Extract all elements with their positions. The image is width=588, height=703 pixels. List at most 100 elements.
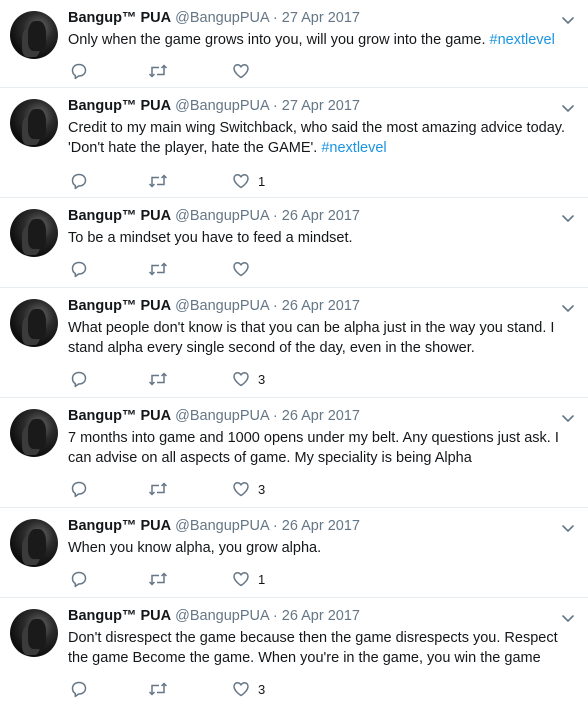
like-count: 3 bbox=[258, 682, 266, 697]
tweet-text: To be a mindset you have to feed a minds… bbox=[68, 228, 566, 248]
tweet[interactable]: Bangup™ PUA @BangupPUA · 26 Apr 2017 To … bbox=[0, 198, 588, 288]
tweet-text-body: Only when the game grows into you, will … bbox=[68, 32, 486, 48]
tweet[interactable]: Bangup™ PUA @BangupPUA · 26 Apr 2017 Don… bbox=[0, 598, 588, 703]
tweet-text-body: When you know alpha, you grow alpha. bbox=[68, 540, 322, 556]
chevron-down-icon[interactable] bbox=[560, 100, 576, 116]
user-handle[interactable]: @BangupPUA bbox=[175, 518, 269, 534]
chevron-down-icon[interactable] bbox=[560, 210, 576, 226]
avatar[interactable] bbox=[10, 99, 58, 147]
retweet-button[interactable] bbox=[148, 570, 168, 588]
tweet[interactable]: Bangup™ PUA @BangupPUA · 27 Apr 2017 Onl… bbox=[0, 0, 588, 88]
reply-button[interactable] bbox=[70, 570, 88, 588]
display-name[interactable]: Bangup™ PUA bbox=[68, 518, 171, 534]
avatar[interactable] bbox=[10, 609, 58, 657]
like-button[interactable]: 1 bbox=[232, 172, 265, 190]
like-button[interactable]: 3 bbox=[232, 680, 265, 698]
avatar[interactable] bbox=[10, 519, 58, 567]
retweet-button[interactable] bbox=[148, 172, 168, 190]
retweet-button[interactable] bbox=[148, 680, 168, 698]
avatar[interactable] bbox=[10, 409, 58, 457]
chevron-down-icon[interactable] bbox=[560, 520, 576, 536]
user-handle[interactable]: @BangupPUA bbox=[175, 98, 269, 114]
tweet-date[interactable]: 26 Apr 2017 bbox=[282, 408, 360, 424]
tweet-text: 7 months into game and 1000 opens under … bbox=[68, 428, 566, 468]
hashtag-link[interactable]: #nextlevel bbox=[490, 32, 555, 48]
avatar[interactable] bbox=[10, 299, 58, 347]
user-handle[interactable]: @BangupPUA bbox=[175, 608, 269, 624]
like-button[interactable]: 1 bbox=[232, 570, 265, 588]
reply-icon bbox=[71, 173, 87, 190]
retweet-button[interactable] bbox=[148, 260, 168, 278]
retweet-icon bbox=[148, 682, 168, 696]
separator: · bbox=[272, 608, 278, 624]
display-name[interactable]: Bangup™ PUA bbox=[68, 10, 171, 26]
reply-icon bbox=[71, 261, 87, 278]
reply-button[interactable] bbox=[70, 680, 88, 698]
tweet-date[interactable]: 26 Apr 2017 bbox=[282, 608, 360, 624]
user-handle[interactable]: @BangupPUA bbox=[175, 298, 269, 314]
reply-button[interactable] bbox=[70, 62, 88, 80]
like-button[interactable]: 3 bbox=[232, 480, 265, 498]
separator: · bbox=[272, 518, 278, 534]
tweet[interactable]: Bangup™ PUA @BangupPUA · 26 Apr 2017 Whe… bbox=[0, 508, 588, 598]
retweet-icon bbox=[148, 482, 168, 496]
reply-icon bbox=[71, 371, 87, 388]
heart-icon bbox=[233, 372, 249, 387]
retweet-button[interactable] bbox=[148, 480, 168, 498]
display-name[interactable]: Bangup™ PUA bbox=[68, 98, 171, 114]
heart-icon bbox=[233, 682, 249, 697]
tweet-date[interactable]: 26 Apr 2017 bbox=[282, 298, 360, 314]
reply-button[interactable] bbox=[70, 260, 88, 278]
like-button[interactable] bbox=[232, 62, 250, 80]
reply-button[interactable] bbox=[70, 480, 88, 498]
retweet-icon bbox=[148, 262, 168, 276]
tweet-text: Only when the game grows into you, will … bbox=[68, 30, 566, 50]
separator: · bbox=[272, 10, 278, 26]
tweet-text-body: 7 months into game and 1000 opens under … bbox=[68, 430, 559, 466]
reply-icon bbox=[71, 481, 87, 498]
display-name[interactable]: Bangup™ PUA bbox=[68, 608, 171, 624]
tweet-text: When you know alpha, you grow alpha. bbox=[68, 538, 566, 558]
chevron-down-icon[interactable] bbox=[560, 410, 576, 426]
user-handle[interactable]: @BangupPUA bbox=[175, 408, 269, 424]
like-count: 1 bbox=[258, 174, 266, 189]
reply-icon bbox=[71, 571, 87, 588]
tweet-text: What people don't know is that you can b… bbox=[68, 318, 566, 358]
tweet-date[interactable]: 26 Apr 2017 bbox=[282, 518, 360, 534]
avatar[interactable] bbox=[10, 209, 58, 257]
chevron-down-icon[interactable] bbox=[560, 610, 576, 626]
retweet-button[interactable] bbox=[148, 62, 168, 80]
separator: · bbox=[272, 98, 278, 114]
like-button[interactable]: 3 bbox=[232, 370, 265, 388]
tweet[interactable]: Bangup™ PUA @BangupPUA · 26 Apr 2017 7 m… bbox=[0, 398, 588, 508]
display-name[interactable]: Bangup™ PUA bbox=[68, 208, 171, 224]
reply-button[interactable] bbox=[70, 172, 88, 190]
reply-icon bbox=[71, 681, 87, 698]
tweet-header: Bangup™ PUA @BangupPUA · 26 Apr 2017 bbox=[68, 407, 360, 425]
tweet-date[interactable]: 27 Apr 2017 bbox=[282, 98, 360, 114]
heart-icon bbox=[233, 262, 249, 277]
tweet-header: Bangup™ PUA @BangupPUA · 26 Apr 2017 bbox=[68, 517, 360, 535]
like-button[interactable] bbox=[232, 260, 250, 278]
tweet-header: Bangup™ PUA @BangupPUA · 27 Apr 2017 bbox=[68, 97, 360, 115]
tweet-text-body: To be a mindset you have to feed a minds… bbox=[68, 230, 353, 246]
tweet[interactable]: Bangup™ PUA @BangupPUA · 27 Apr 2017 Cre… bbox=[0, 88, 588, 198]
separator: · bbox=[272, 408, 278, 424]
tweet-text-body: Credit to my main wing Switchback, who s… bbox=[68, 120, 565, 156]
tweet-date[interactable]: 27 Apr 2017 bbox=[282, 10, 360, 26]
hashtag-link[interactable]: #nextlevel bbox=[321, 140, 386, 156]
chevron-down-icon[interactable] bbox=[560, 12, 576, 28]
retweet-button[interactable] bbox=[148, 370, 168, 388]
user-handle[interactable]: @BangupPUA bbox=[175, 208, 269, 224]
tweet-text: Don't disrespect the game because then t… bbox=[68, 628, 566, 668]
reply-button[interactable] bbox=[70, 370, 88, 388]
like-count: 3 bbox=[258, 482, 266, 497]
user-handle[interactable]: @BangupPUA bbox=[175, 10, 269, 26]
display-name[interactable]: Bangup™ PUA bbox=[68, 298, 171, 314]
retweet-icon bbox=[148, 372, 168, 386]
tweet[interactable]: Bangup™ PUA @BangupPUA · 26 Apr 2017 Wha… bbox=[0, 288, 588, 398]
chevron-down-icon[interactable] bbox=[560, 300, 576, 316]
avatar[interactable] bbox=[10, 11, 58, 59]
tweet-date[interactable]: 26 Apr 2017 bbox=[282, 208, 360, 224]
display-name[interactable]: Bangup™ PUA bbox=[68, 408, 171, 424]
